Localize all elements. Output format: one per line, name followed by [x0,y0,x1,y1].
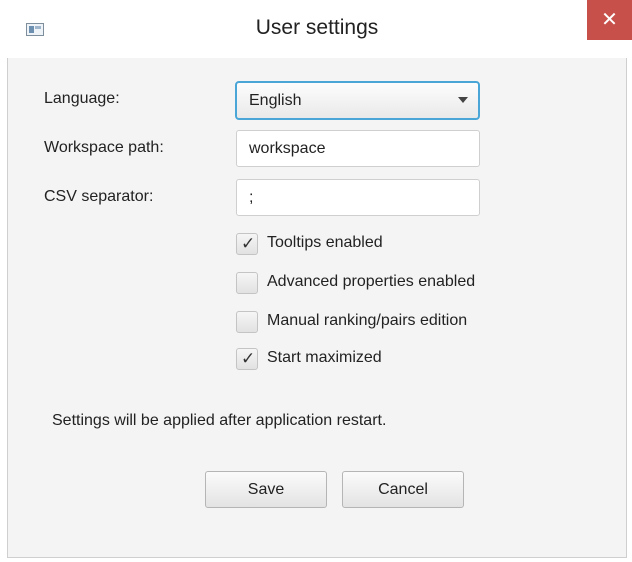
title-bar: User settings [7,0,627,58]
close-icon: ✕ [601,9,618,31]
checkbox-box: ✓ [236,348,258,370]
close-button[interactable]: ✕ [587,0,632,40]
csv-separator-input[interactable]: ; [236,179,480,216]
advanced-properties-label: Advanced properties enabled [267,273,476,290]
save-button[interactable]: Save [205,471,327,508]
window-title: User settings [255,16,379,39]
language-label: Language: [44,90,120,107]
checkbox-box [236,272,258,294]
language-select-value: English [249,92,302,109]
start-maximized-label: Start maximized [267,349,382,366]
workspace-path-label: Workspace path: [44,139,164,156]
csv-separator-label: CSV separator: [44,188,154,205]
tooltips-enabled-label: Tooltips enabled [267,234,383,251]
manual-ranking-label: Manual ranking/pairs edition [267,312,468,329]
cancel-button[interactable]: Cancel [342,471,464,508]
chevron-down-icon [458,97,468,103]
checkmark-icon: ✓ [241,349,256,368]
checkbox-box: ✓ [236,233,258,255]
checkbox-box [236,311,258,333]
language-select[interactable]: English [235,81,480,120]
checkmark-icon: ✓ [241,234,256,253]
workspace-path-input[interactable]: workspace [236,130,480,167]
restart-notice: Settings will be applied after applicati… [52,412,387,429]
